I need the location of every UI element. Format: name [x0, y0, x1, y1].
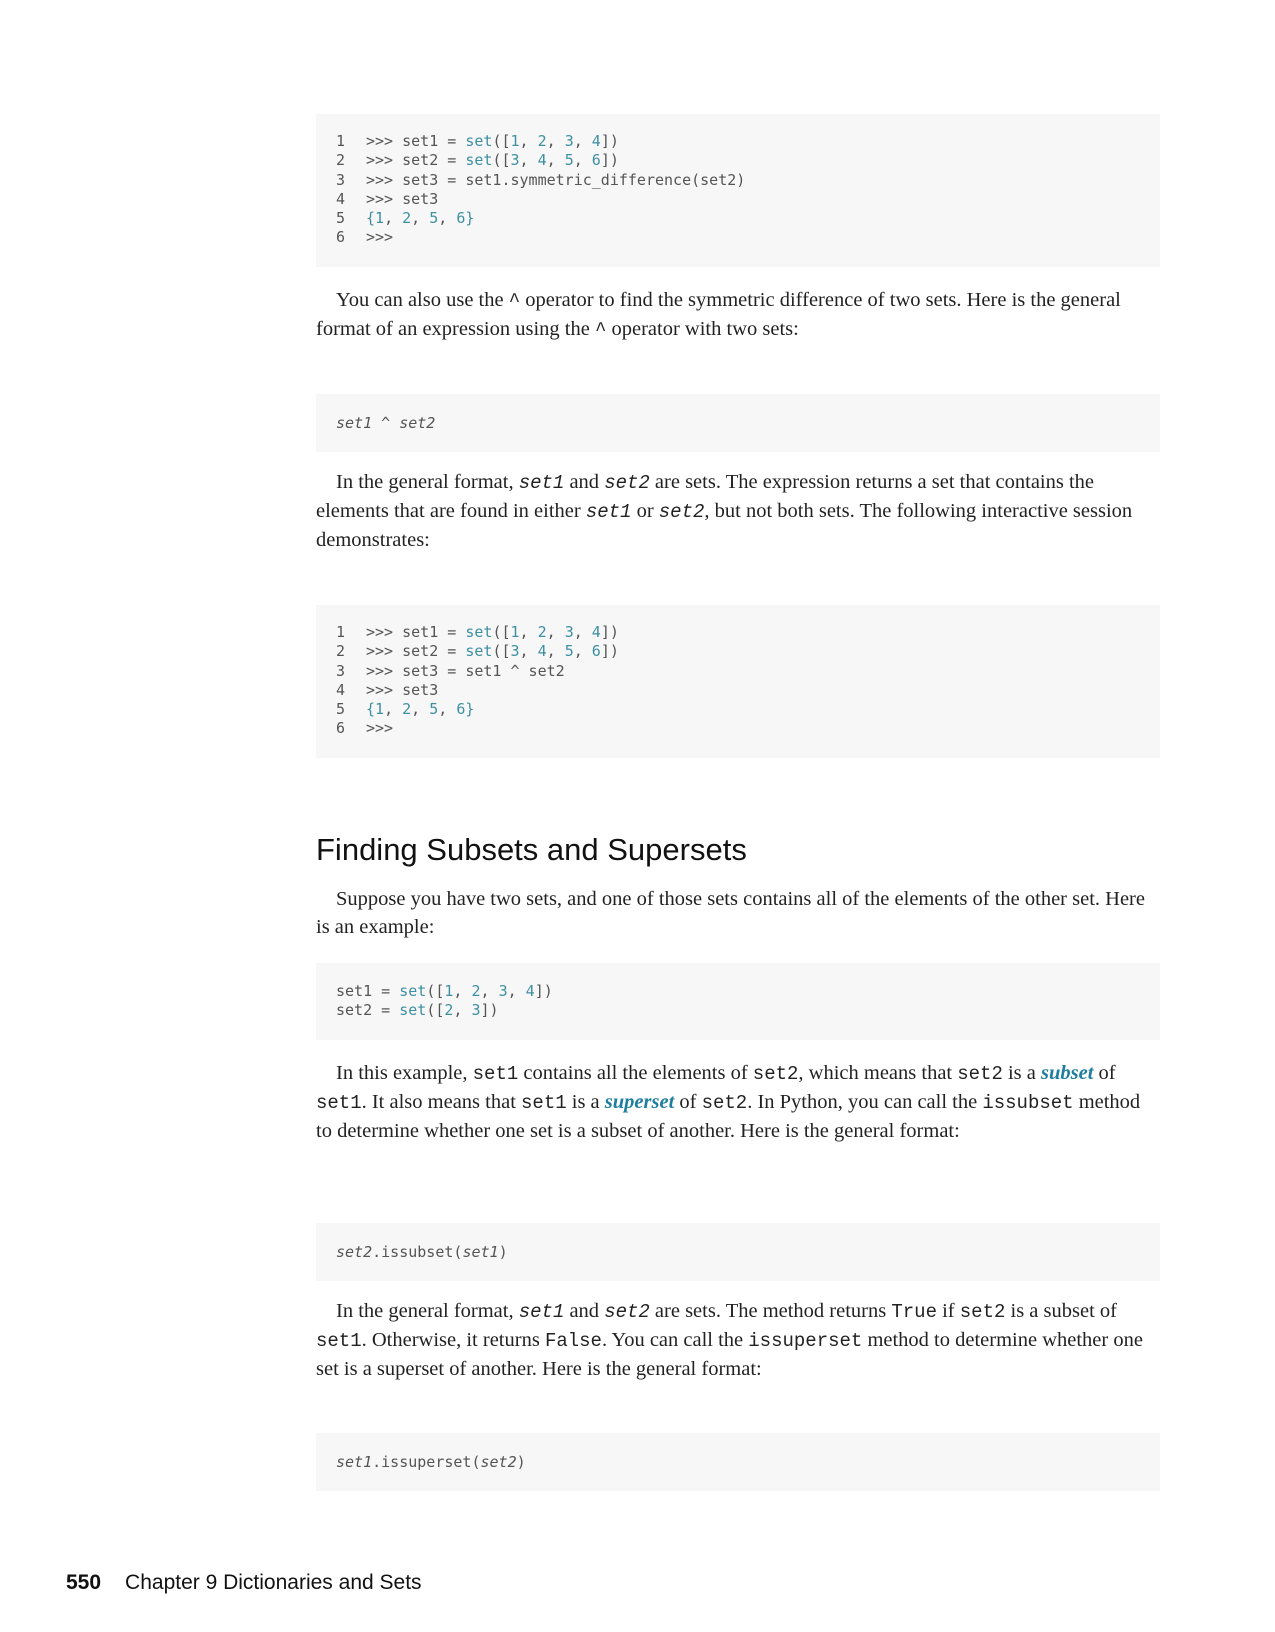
code-line: 5 {1, 2, 5, 6} [336, 209, 475, 228]
paragraph-3: Suppose you have two sets, and one of th… [316, 888, 1145, 938]
paragraph-1: You can also use the ^ operator to find … [316, 289, 1121, 341]
code-line: 3 >>> set3 = set1 ^ set2 [336, 661, 565, 680]
code-line: set1 = set([1, 2, 3, 4]) [336, 982, 553, 1000]
section-heading: Finding Subsets and Supersets [316, 832, 747, 867]
format-line: set2 .issubset(set1) [336, 1243, 508, 1261]
chapter-title: Chapter 9 Dictionaries and Sets [125, 1571, 422, 1594]
code-line: 1 >>> set1 = set([1, 2, 3, 4]) [336, 623, 619, 641]
page-footer: 550 Chapter 9 Dictionaries and Sets [66, 1568, 422, 1598]
code-line: 3 >>> set3 = set1.symmetric_difference(se… [336, 170, 746, 189]
code-line: 4 >>> set3 [336, 680, 439, 699]
format-block-3: set1 .issuperset(set2) [316, 1433, 1160, 1491]
paragraph-2: In the general format, set1 and set2 are… [316, 471, 1133, 551]
code-line: 5 {1, 2, 5, 6} [336, 700, 475, 719]
format-block-2: set2 .issubset(set1) [316, 1223, 1160, 1281]
term-subset: subset [1041, 1062, 1094, 1084]
paragraph-4: In this example, set1 contains all the e… [316, 1062, 1141, 1142]
code-block-3: set1 = set([1, 2, 3, 4]) set2 = set([2, … [316, 963, 1160, 1040]
paragraph-5: In the general format, set1 and set2 are… [316, 1300, 1143, 1380]
code-line: 2 >>> set2 = set([3, 4, 5, 6]) [336, 642, 619, 661]
format-block-1: set1 ^ set2 [316, 394, 1160, 452]
format-line: set1 .issuperset(set2) [336, 1453, 526, 1471]
term-superset: superset [604, 1091, 675, 1113]
code-block-2: 1 >>> set1 = set([1, 2, 3, 4]) 2 >>> set2 … [316, 605, 1160, 758]
code-line: 4 >>> set3 [336, 189, 439, 208]
code-line: 1 >>> set1 = set([1, 2, 3, 4]) [336, 132, 619, 150]
page-number: 550 [66, 1571, 102, 1594]
format-line: set1 ^ set2 [336, 414, 436, 432]
code-line: set2 = set([2, 3]) [336, 1001, 499, 1020]
code-block-1: 1 >>> set1 = set([1, 2, 3, 4]) 2 >>> set2 … [316, 114, 1160, 267]
code-line: 6 >>> [336, 719, 394, 738]
code-line: 2 >>> set2 = set([3, 4, 5, 6]) [336, 151, 619, 170]
code-line: 6 >>> [336, 228, 394, 247]
